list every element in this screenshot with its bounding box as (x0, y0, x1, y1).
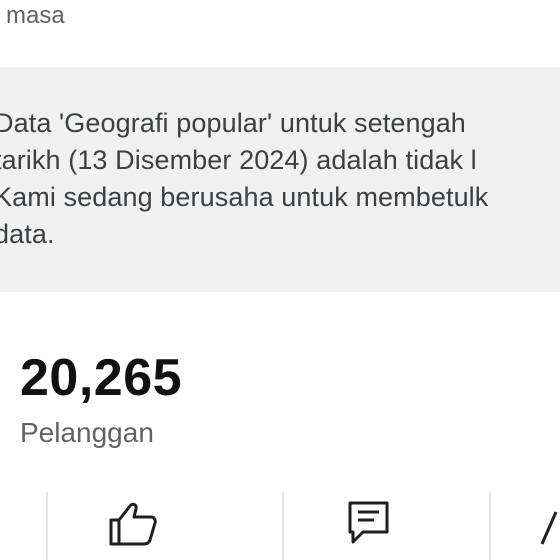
time-range-text: masa (6, 2, 65, 29)
action-divider-left (46, 492, 48, 560)
like-button[interactable] (108, 500, 158, 551)
action-divider-middle (282, 492, 284, 560)
partial-icon (540, 511, 558, 545)
analytics-page: ј masa Data 'Geografi popular' untuk set… (0, 0, 560, 560)
comment-button[interactable] (347, 500, 391, 551)
notice-line-4: data. (0, 219, 55, 249)
action-divider-right (489, 492, 491, 560)
time-range-label[interactable]: ј masa (0, 2, 65, 30)
thumbs-up-icon (109, 502, 157, 546)
subscribers-count: 20,265 (20, 349, 183, 407)
notice-line-3: Kami sedang berusaha untuk membetulk (0, 182, 489, 212)
subscribers-label: Pelanggan (20, 417, 154, 448)
data-notice-banner (0, 67, 560, 292)
notice-line-2: tarikh (13 Disember 2024) adalah tidak l (0, 145, 477, 175)
notice-line-1: Data 'Geografi popular' untuk setengah (0, 108, 466, 138)
more-action-button[interactable] (540, 508, 560, 553)
comment-icon (348, 501, 389, 544)
